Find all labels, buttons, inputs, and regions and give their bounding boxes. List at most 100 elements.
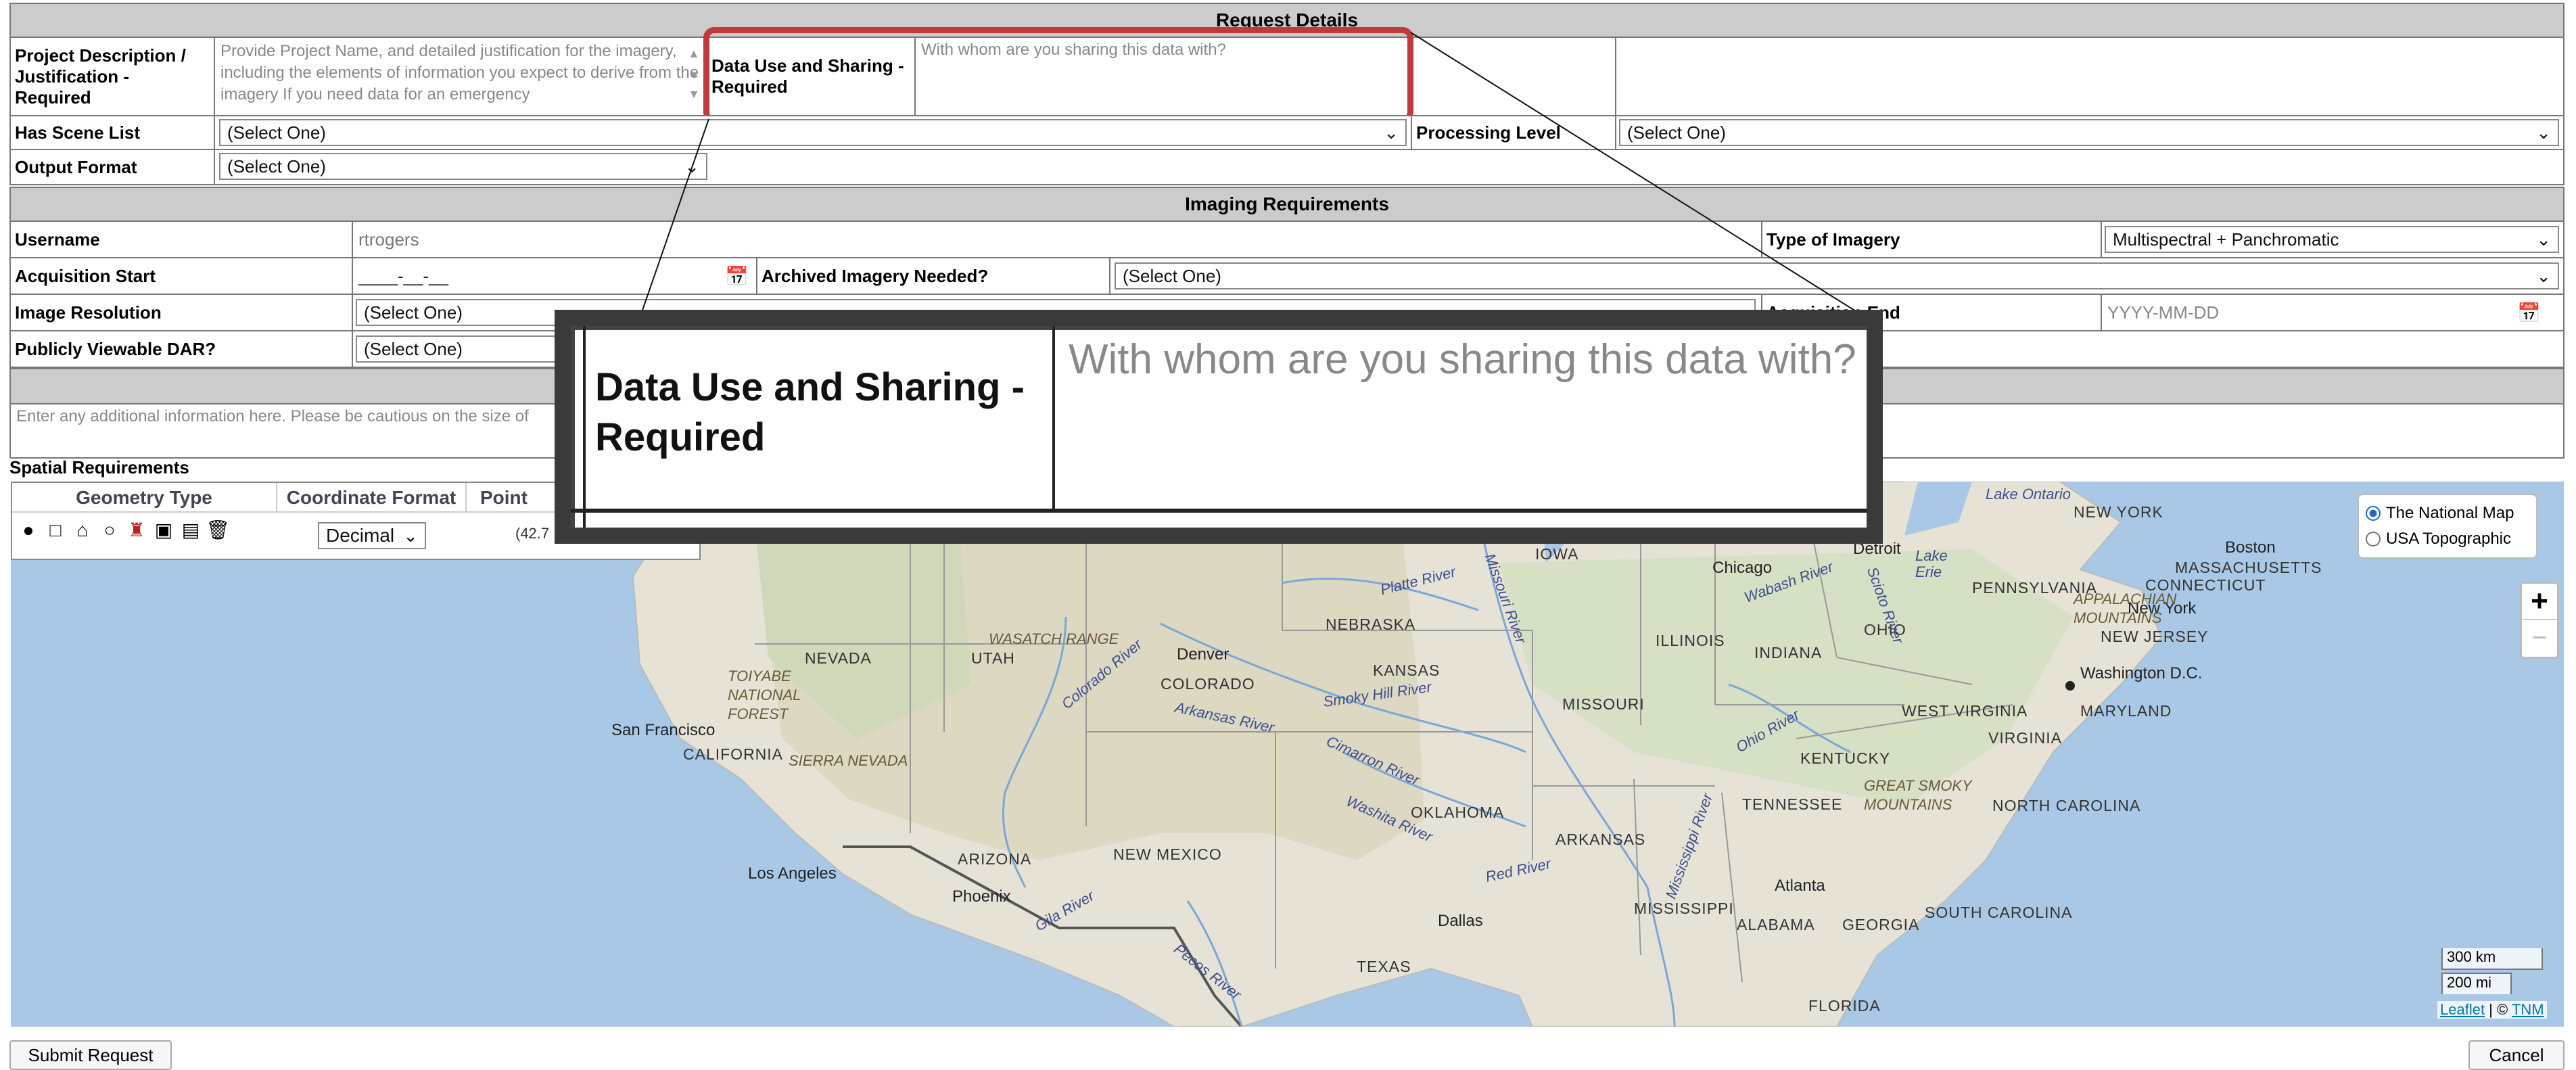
map-label-state: ARIZONA [958, 850, 1032, 868]
map-label-feature: GREAT SMOKY MOUNTAINS [1864, 777, 1972, 813]
export-file-icon[interactable]: ▤ [179, 518, 203, 542]
imaging-requirements-header: Imaging Requirements [9, 187, 2565, 222]
zoom-out-button[interactable]: − [2522, 620, 2557, 657]
acquisition-start-label: Acquisition Start [9, 257, 353, 295]
map-label-feature: WASATCH RANGE [989, 630, 1119, 647]
processing-level-select[interactable]: (Select One) ⌄ [1619, 119, 2559, 146]
map-label-state: TEXAS [1357, 958, 1411, 975]
marker-icon[interactable]: ● [16, 518, 41, 542]
map-label-state: OKLAHOMA [1411, 804, 1505, 821]
type-imagery-label: Type of Imagery [1761, 220, 2102, 258]
map-label-city: Dallas [1438, 912, 1483, 930]
has-scene-list-label: Has Scene List [9, 115, 215, 150]
map-label-state: NEBRASKA [1326, 615, 1416, 633]
project-description-label: Project Description / Justification - Re… [9, 37, 215, 116]
public-dar-label: Publicly Viewable DAR? [9, 330, 353, 368]
calendar-icon[interactable]: 📅 [725, 265, 749, 287]
geometry-type-header: Geometry Type [12, 483, 277, 513]
calendar-icon[interactable]: 📅 [2517, 302, 2541, 324]
map-label-state: VIRGINIA [1988, 729, 2062, 747]
submit-request-button[interactable]: Submit Request [9, 1040, 172, 1070]
chevron-down-icon: ⌄ [1384, 122, 1399, 143]
map-label-state: ALABAMA [1737, 916, 1815, 933]
polygon-icon[interactable]: ⌂ [70, 518, 95, 542]
callout-data-use-label: Data Use and Sharing - Required [595, 365, 1025, 459]
map-label-state: SOUTH CAROLINA [1925, 904, 2073, 921]
archived-imagery-label: Archived Imagery Needed? [756, 257, 1110, 295]
request-details-spacer [1615, 37, 2565, 116]
has-scene-list-select[interactable]: (Select One) ⌄ [219, 119, 1407, 146]
layer-option[interactable]: The National Map [2366, 501, 2529, 526]
map-label-state: IOWA [1535, 545, 1579, 563]
map-label-state: WEST VIRGINIA [1902, 702, 2028, 720]
map-label-city: Boston [2225, 538, 2276, 557]
trash-icon[interactable]: 🗑 [206, 518, 230, 542]
map-label-state: ARKANSAS [1555, 831, 1646, 848]
zoom-in-button[interactable]: + [2522, 584, 2557, 620]
tnm-link[interactable]: TNM [2512, 1001, 2544, 1018]
map-label-feature: Lake Ontario [1986, 486, 2071, 503]
spatial-requirements-title: Spatial Requirements [9, 457, 189, 478]
map-label-city: Chicago [1712, 559, 1773, 577]
import-file-icon[interactable]: ▣ [151, 518, 176, 542]
map-label-city: Phoenix [952, 887, 1011, 906]
type-imagery-select[interactable]: Multispectral + Panchromatic ⌄ [2105, 226, 2559, 253]
points-value: (42.7 [515, 525, 550, 542]
chevron-down-icon: ⌄ [403, 526, 418, 546]
map-label-state: INDIANA [1754, 644, 1823, 661]
archived-imagery-select[interactable]: (Select One) ⌄ [1115, 262, 2559, 289]
map-label-city: Denver [1177, 645, 1230, 664]
chevron-down-icon: ⌄ [2536, 122, 2551, 143]
circle-icon[interactable]: ○ [97, 518, 122, 542]
map-view[interactable]: NEBRASKA KANSAS COLORADO UTAH NEVADA CAL… [11, 482, 2564, 1027]
map-label-state: CALIFORNIA [683, 745, 784, 763]
scale-mi: 200 mi [2441, 973, 2512, 994]
map-label-feature: SIERRA NEVADA [789, 752, 908, 769]
radio-checked-icon[interactable] [2366, 506, 2381, 521]
map-label-state: COLORADO [1161, 675, 1255, 693]
coordinate-format-select[interactable]: Decimal ⌄ [318, 522, 426, 549]
geometry-tools: ● □ ⌂ ○ ♜ ▣ ▤ 🗑 [16, 518, 273, 552]
username-field[interactable]: rtrogers [352, 220, 1762, 258]
cancel-button[interactable]: Cancel [2468, 1040, 2565, 1070]
leaflet-link[interactable]: Leaflet [2440, 1001, 2485, 1018]
zoom-callout: Data Use and Sharing - Required With who… [555, 310, 1883, 544]
username-label: Username [9, 220, 353, 258]
map-label-state: MISSOURI [1562, 695, 1645, 713]
map-attribution: Leaflet | © TNM [2437, 1001, 2547, 1019]
map-label-state: MASSACHUSETTS [2175, 559, 2322, 576]
data-use-highlight-box [703, 27, 1413, 123]
map-label-state: KENTUCKY [1800, 749, 1891, 767]
map-label-state: FLORIDA [1808, 997, 1881, 1015]
map-label-state: KANSAS [1373, 661, 1441, 679]
layer-control: The National Map USA Topographic [2358, 494, 2537, 559]
map-label-feature: APPALACHIAN MOUNTAINS [2074, 590, 2177, 626]
output-format-select[interactable]: (Select One) ⌄ [219, 153, 707, 180]
acquisition-start-field[interactable]: ____-__-__ [352, 257, 757, 295]
chevron-down-icon: ⌄ [684, 156, 699, 177]
map-label-city: Atlanta [1775, 877, 1825, 895]
map-label-state: ILLINOIS [1656, 632, 1725, 649]
map-label-feature: TOIYABE NATIONAL FOREST [728, 668, 801, 722]
map-pin-icon[interactable]: ♜ [124, 518, 149, 542]
rectangle-icon[interactable]: □ [43, 518, 68, 542]
textarea-scrollbar[interactable]: ▲ ● ▼ [684, 43, 703, 111]
chevron-down-icon: ⌄ [2536, 266, 2551, 286]
map-label-city: San Francisco [611, 721, 716, 739]
image-resolution-label: Image Resolution [9, 294, 353, 331]
map-label-state: NEW JERSEY [2101, 628, 2209, 645]
map-label-state: UTAH [971, 649, 1015, 667]
layer-option[interactable]: USA Topographic [2366, 526, 2529, 552]
acquisition-end-field[interactable]: YYYY-MM-DD [2101, 294, 2565, 331]
map-label-state: NORTH CAROLINA [1992, 797, 2141, 814]
radio-unchecked-icon[interactable] [2366, 532, 2381, 546]
map-label-state: NEW MEXICO [1113, 845, 1222, 863]
processing-level-label: Processing Level [1411, 115, 1616, 150]
scale-km: 300 km [2441, 948, 2543, 970]
map-label-state: NEW YORK [2074, 503, 2163, 521]
map-label-state: MISSISSIPPI [1634, 900, 1734, 917]
zoom-control: + − [2520, 582, 2559, 659]
map-label-state: TENNESSEE [1742, 795, 1843, 813]
project-description-textarea[interactable]: Provide Project Name, and detailed justi… [214, 37, 707, 116]
map-label-city: Los Angeles [748, 864, 837, 883]
